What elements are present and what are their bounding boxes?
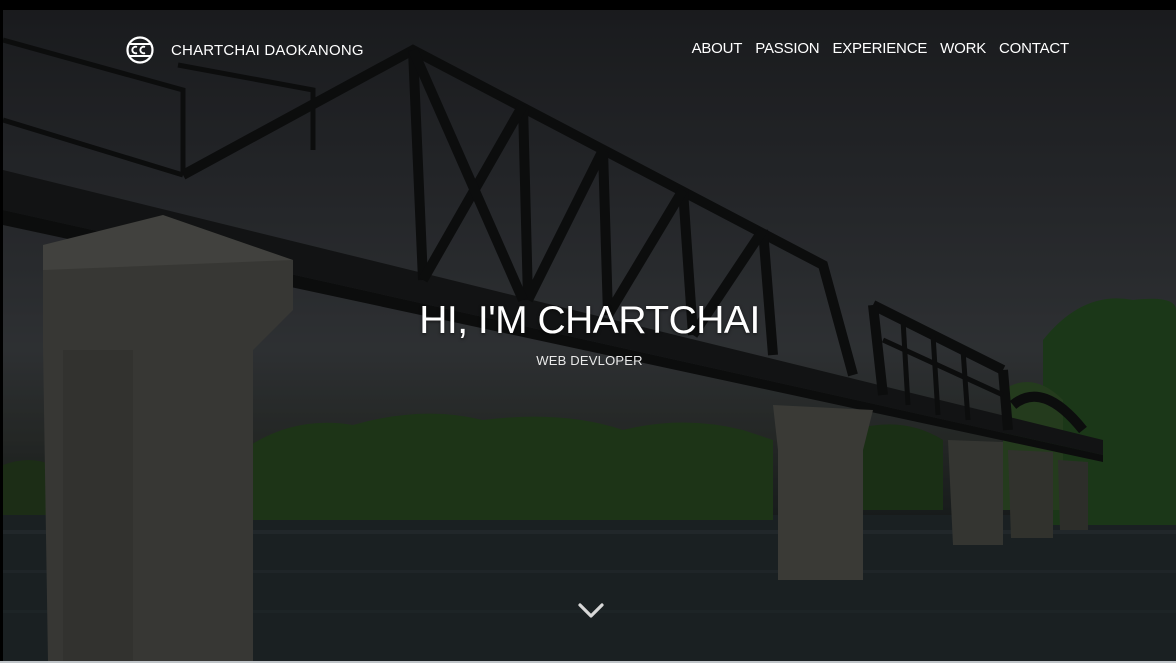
hero-tagline: WEB DEVLOPER	[536, 353, 643, 368]
site-header: CHARTCHAI DAOKANONG ABOUT PASSION EXPERI…	[3, 10, 1176, 90]
browser-top-edge	[0, 0, 1176, 10]
hero-intro: HI, I'M CHARTCHAI WEB DEVLOPER	[3, 299, 1176, 368]
nav-link-experience[interactable]: EXPERIENCE	[832, 40, 927, 57]
main-nav: ABOUT PASSION EXPERIENCE WORK CONTACT	[679, 40, 1070, 57]
nav-link-passion[interactable]: PASSION	[755, 40, 819, 57]
nav-link-about[interactable]: ABOUT	[692, 40, 743, 57]
hero-section: CHARTCHAI DAOKANONG ABOUT PASSION EXPERI…	[3, 10, 1176, 661]
hero-headline: HI, I'M CHARTCHAI	[419, 299, 760, 342]
brand[interactable]: CHARTCHAI DAOKANONG	[125, 32, 364, 68]
cc-logo-icon	[126, 36, 154, 64]
brand-name: CHARTCHAI DAOKANONG	[171, 41, 364, 59]
nav-link-work[interactable]: WORK	[940, 40, 986, 57]
chevron-down-icon[interactable]	[576, 600, 606, 622]
nav-link-contact[interactable]: CONTACT	[999, 40, 1069, 57]
